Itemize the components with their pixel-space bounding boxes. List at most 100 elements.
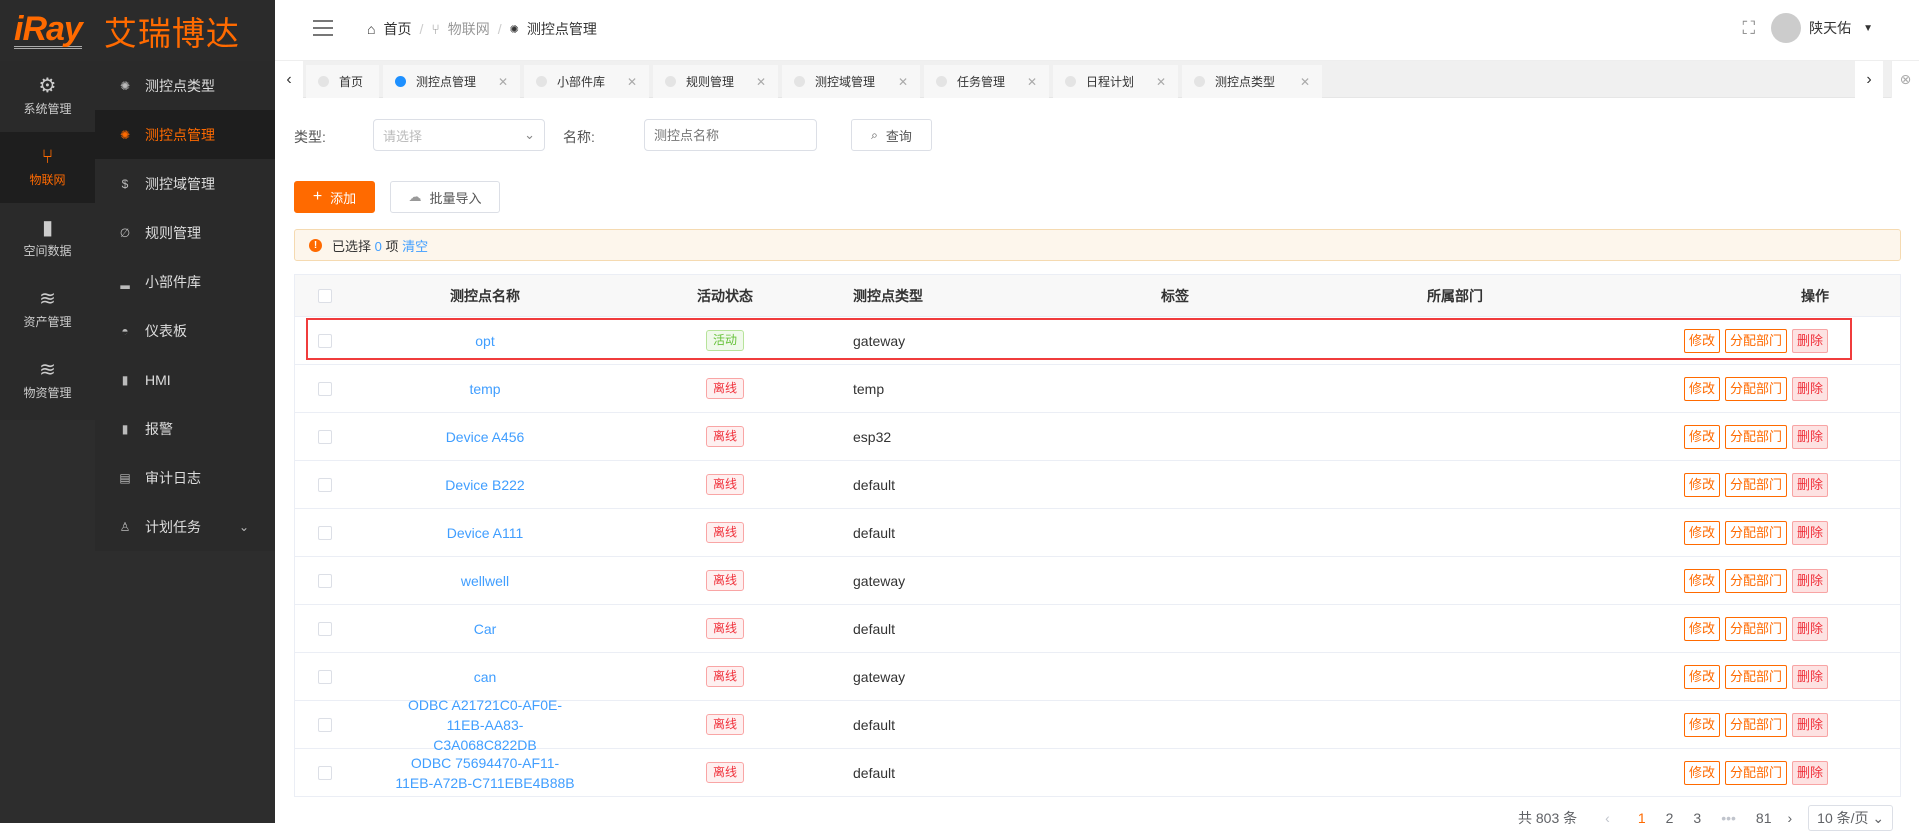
delete-button[interactable]: 删除 — [1791, 424, 1828, 449]
row-checkbox[interactable] — [318, 477, 332, 492]
delete-button[interactable]: 删除 — [1791, 760, 1828, 785]
page-number[interactable]: 2 — [1666, 810, 1674, 826]
submenu-item[interactable]: ▤ 审计日志 — [95, 453, 275, 502]
row-checkbox[interactable] — [318, 381, 332, 396]
point-name-link[interactable]: Device A111 — [447, 525, 524, 541]
tab-item[interactable]: 测控点类型 ✕ — [1182, 65, 1322, 98]
submenu-item[interactable]: ▮ 报警 — [95, 404, 275, 453]
edit-button[interactable]: 修改 — [1683, 376, 1720, 401]
fullscreen-icon[interactable]: ⛶ — [1742, 18, 1755, 39]
edit-button[interactable]: 修改 — [1683, 760, 1720, 785]
icon-nav-item[interactable]: ≋ 资产管理 — [0, 274, 95, 345]
tab-item[interactable]: 测控点管理 ✕ — [383, 65, 520, 98]
row-checkbox[interactable] — [318, 717, 332, 732]
delete-button[interactable]: 删除 — [1791, 712, 1828, 737]
icon-nav-item[interactable]: ⑂ 物联网 — [0, 132, 95, 203]
assign-dept-button[interactable]: 分配部门 — [1724, 712, 1787, 737]
icon-nav-item[interactable]: ⚙ 系统管理 — [0, 61, 95, 132]
delete-button[interactable]: 删除 — [1791, 472, 1828, 497]
submenu-item[interactable]: ♙ 计划任务 ⌄ — [95, 502, 275, 551]
breadcrumb-home[interactable]: 首页 — [383, 19, 411, 39]
edit-button[interactable]: 修改 — [1683, 520, 1720, 545]
page-number[interactable]: ••• — [1721, 810, 1736, 826]
tab-scroll-right-icon[interactable]: › — [1855, 61, 1883, 98]
user-name[interactable]: 陕天佑 — [1809, 18, 1851, 38]
icon-nav-item[interactable]: ≋ 物资管理 — [0, 345, 95, 416]
delete-button[interactable]: 删除 — [1791, 664, 1828, 689]
next-page-icon[interactable]: › — [1788, 810, 1793, 826]
row-checkbox[interactable] — [318, 765, 332, 780]
close-icon[interactable]: ✕ — [498, 75, 508, 89]
caret-down-icon[interactable]: ▼ — [1863, 23, 1873, 34]
clear-selection-link[interactable]: 清空 — [402, 239, 428, 254]
assign-dept-button[interactable]: 分配部门 — [1724, 376, 1787, 401]
row-checkbox[interactable] — [318, 573, 332, 588]
submenu-item[interactable]: ▂ 小部件库 — [95, 257, 275, 306]
tab-item[interactable]: 首页 — [306, 65, 379, 98]
point-name-link[interactable]: can — [474, 669, 497, 685]
row-checkbox[interactable] — [318, 525, 332, 540]
submenu-item[interactable]: ✺ 测控点管理 — [95, 110, 275, 159]
edit-button[interactable]: 修改 — [1683, 472, 1720, 497]
breadcrumb-iot[interactable]: 物联网 — [448, 19, 490, 39]
edit-button[interactable]: 修改 — [1683, 328, 1720, 353]
tab-scroll-left-icon[interactable]: ‹ — [275, 61, 303, 98]
chevron-down-icon[interactable]: ⌄ — [239, 520, 249, 534]
row-checkbox[interactable] — [318, 333, 332, 348]
submenu-item[interactable]: $ 测控域管理 — [95, 159, 275, 208]
tab-item[interactable]: 小部件库 ✕ — [524, 65, 649, 98]
submenu-item[interactable]: ✺ 测控点类型 — [95, 61, 275, 110]
close-icon[interactable]: ✕ — [1300, 75, 1310, 89]
close-all-tabs-icon[interactable]: ⊗ — [1891, 61, 1919, 98]
assign-dept-button[interactable]: 分配部门 — [1724, 472, 1787, 497]
page-number[interactable]: 3 — [1693, 810, 1701, 826]
close-icon[interactable]: ✕ — [898, 75, 908, 89]
delete-button[interactable]: 删除 — [1791, 328, 1828, 353]
select-all-checkbox[interactable] — [318, 288, 332, 303]
page-number[interactable]: 81 — [1756, 810, 1772, 826]
assign-dept-button[interactable]: 分配部门 — [1724, 616, 1787, 641]
close-icon[interactable]: ✕ — [756, 75, 766, 89]
tab-item[interactable]: 日程计划 ✕ — [1053, 65, 1178, 98]
tab-item[interactable]: 测控域管理 ✕ — [782, 65, 920, 98]
point-name-link[interactable]: Car — [474, 621, 497, 637]
point-name-link[interactable]: wellwell — [461, 573, 509, 589]
user-menu[interactable]: ⛶ 陕天佑 ▼ — [1742, 13, 1873, 43]
point-name-link[interactable]: Device A456 — [446, 429, 525, 445]
assign-dept-button[interactable]: 分配部门 — [1724, 760, 1787, 785]
edit-button[interactable]: 修改 — [1683, 712, 1720, 737]
point-name-link[interactable]: temp — [469, 381, 500, 397]
delete-button[interactable]: 删除 — [1791, 616, 1828, 641]
close-icon[interactable]: ✕ — [1027, 75, 1037, 89]
assign-dept-button[interactable]: 分配部门 — [1724, 424, 1787, 449]
point-name-link[interactable]: ODBC A21721C0-AF0E-11EB-AA83-C3A068C822D… — [408, 697, 562, 753]
row-checkbox[interactable] — [318, 429, 332, 444]
page-size-select[interactable]: 10 条/页 ⌄ — [1808, 805, 1894, 831]
tab-item[interactable]: 规则管理 ✕ — [653, 65, 778, 98]
avatar[interactable] — [1771, 13, 1802, 43]
assign-dept-button[interactable]: 分配部门 — [1724, 328, 1787, 353]
delete-button[interactable]: 删除 — [1791, 376, 1828, 401]
assign-dept-button[interactable]: 分配部门 — [1724, 520, 1787, 545]
prev-page-icon[interactable]: ‹ — [1605, 810, 1610, 826]
assign-dept-button[interactable]: 分配部门 — [1724, 664, 1787, 689]
edit-button[interactable]: 修改 — [1683, 616, 1720, 641]
close-icon[interactable]: ✕ — [627, 75, 637, 89]
edit-button[interactable]: 修改 — [1683, 424, 1720, 449]
submenu-item[interactable]: ◓ 仪表板 — [95, 306, 275, 355]
page-number[interactable]: 1 — [1638, 810, 1646, 826]
assign-dept-button[interactable]: 分配部门 — [1724, 568, 1787, 593]
point-name-link[interactable]: Device B222 — [445, 477, 524, 493]
delete-button[interactable]: 删除 — [1791, 520, 1828, 545]
edit-button[interactable]: 修改 — [1683, 568, 1720, 593]
close-icon[interactable]: ✕ — [1156, 75, 1166, 89]
search-button[interactable]: ⌕ 查询 — [851, 119, 932, 151]
submenu-item[interactable]: ∅ 规则管理 — [95, 208, 275, 257]
tab-item[interactable]: 任务管理 ✕ — [924, 65, 1049, 98]
row-checkbox[interactable] — [318, 621, 332, 636]
edit-button[interactable]: 修改 — [1683, 664, 1720, 689]
point-name-link[interactable]: opt — [475, 333, 494, 349]
name-input[interactable] — [644, 119, 817, 151]
delete-button[interactable]: 删除 — [1791, 568, 1828, 593]
submenu-item[interactable]: ▮ HMI — [95, 355, 275, 404]
